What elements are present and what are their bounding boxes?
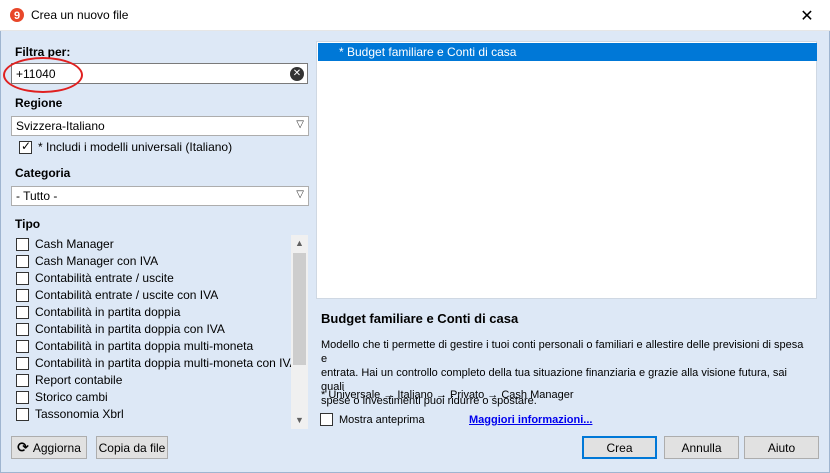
title-bar: 9 Crea un nuovo file ✕ [0,0,830,31]
include-universal-row[interactable]: * Includi i modelli universali (Italiano… [19,139,233,154]
tipo-item-label: Contabilità entrate / uscite [35,271,174,285]
copy-from-file-label: Copia da file [98,440,166,455]
svg-text:9: 9 [14,10,20,22]
tipo-item-label: Report contabile [35,373,123,387]
scroll-down-icon[interactable]: ▼ [291,412,308,429]
help-button[interactable]: Aiuto [744,436,819,459]
tipo-list[interactable]: Cash Manager Cash Manager con IVA Contab… [11,235,309,429]
description-title: Budget familiare e Conti di casa [321,311,519,326]
tipo-checkbox[interactable] [16,373,29,387]
description-line: Modello che ti permette di gestire i tuo… [321,339,804,365]
list-item[interactable]: Contabilità in partita doppia con IVA [16,322,225,336]
banana-app-icon: 9 [10,8,24,22]
copy-from-file-button[interactable]: Copia da file [96,436,168,459]
refresh-button-label: Aggiorna [32,440,81,455]
cancel-button[interactable]: Annulla [664,436,739,459]
show-preview-label: Mostra anteprima [339,413,425,426]
close-icon[interactable]: ✕ [784,0,830,31]
results-list[interactable]: * Budget familiare e Conti di casa [316,41,817,299]
tipo-item-label: Contabilità in partita doppia [35,305,181,319]
help-button-label: Aiuto [767,440,796,455]
list-item[interactable]: Tassonomia Xbrl [16,407,124,421]
tipo-item-label: Contabilità in partita doppia con IVA [35,322,225,336]
filter-input[interactable]: +11040 ✕ [11,63,308,84]
chevron-down-icon: ▽ [296,119,304,130]
region-dropdown[interactable]: Svizzera-Italiano ▽ [11,116,309,136]
dialog-body: Filtra per: +11040 ✕ Regione Svizzera-It… [0,31,830,473]
list-item[interactable]: Contabilità in partita doppia multi-mone… [16,339,253,353]
tipo-scrollbar[interactable]: ▲ ▼ [291,235,308,429]
scroll-thumb[interactable] [293,253,306,365]
tipo-item-label: Cash Manager con IVA [35,254,159,268]
window-title: Crea un nuovo file [31,8,129,22]
list-item[interactable]: Cash Manager [16,237,114,251]
more-info-link[interactable]: Maggiori informazioni... [469,414,592,426]
clear-circle-icon[interactable]: ✕ [290,67,304,81]
refresh-icon: ⟳ [17,439,29,455]
list-item[interactable]: Cash Manager con IVA [16,254,158,268]
list-item[interactable]: Contabilità entrate / uscite [16,271,174,285]
tipo-checkbox[interactable] [16,305,29,319]
list-item[interactable]: Contabilità entrate / uscite con IVA [16,288,218,302]
chevron-down-icon: ▽ [296,189,304,200]
result-item-selected[interactable]: * Budget familiare e Conti di casa [318,43,817,61]
tipo-checkbox[interactable] [16,254,29,268]
list-item[interactable]: Contabilità in partita doppia [16,305,180,319]
scroll-up-icon[interactable]: ▲ [291,235,308,252]
include-universal-label: * Includi i modelli universali (Italiano… [38,140,233,154]
category-label: Categoria [15,166,71,180]
list-item[interactable]: Report contabile [16,373,122,387]
tipo-label: Tipo [15,217,41,231]
category-dropdown[interactable]: - Tutto - ▽ [11,186,309,206]
tipo-checkbox[interactable] [16,237,29,251]
tipo-checkbox[interactable] [16,390,29,404]
refresh-button[interactable]: ⟳ Aggiorna [11,436,87,459]
create-button[interactable]: Crea [582,436,657,459]
show-preview-checkbox[interactable] [320,413,333,426]
tipo-checkbox[interactable] [16,322,29,336]
filter-label: Filtra per: [15,45,71,59]
tipo-checkbox[interactable] [16,339,29,353]
tipo-checkbox[interactable] [16,288,29,302]
tipo-item-label: Contabilità in partita doppia multi-mone… [35,339,254,353]
cancel-button-label: Annulla [681,440,722,455]
filter-input-value: +11040 [16,66,56,81]
tipo-item-label: Contabilità entrate / uscite con IVA [35,288,219,302]
show-preview-row[interactable]: Mostra anteprima [320,413,425,426]
tipo-item-label: Cash Manager [35,237,114,251]
tipo-item-label: Contabilità in partita doppia multi-mone… [35,356,298,370]
list-item[interactable]: Contabilità in partita doppia multi-mone… [16,356,298,370]
tipo-checkbox[interactable] [16,407,29,421]
create-button-label: Crea [606,440,633,455]
region-label: Regione [15,96,63,110]
list-item[interactable]: Storico cambi [16,390,108,404]
region-selected: Svizzera-Italiano [16,119,105,133]
tipo-item-label: Tassonomia Xbrl [35,407,124,421]
category-selected: - Tutto - [16,189,58,203]
tipo-checkbox[interactable] [16,356,29,370]
include-universal-checkbox[interactable] [19,139,32,154]
tipo-checkbox[interactable] [16,271,29,285]
description-tags: * Universale → Italiano → Privato → Cash… [321,389,574,401]
tipo-item-label: Storico cambi [35,390,108,404]
